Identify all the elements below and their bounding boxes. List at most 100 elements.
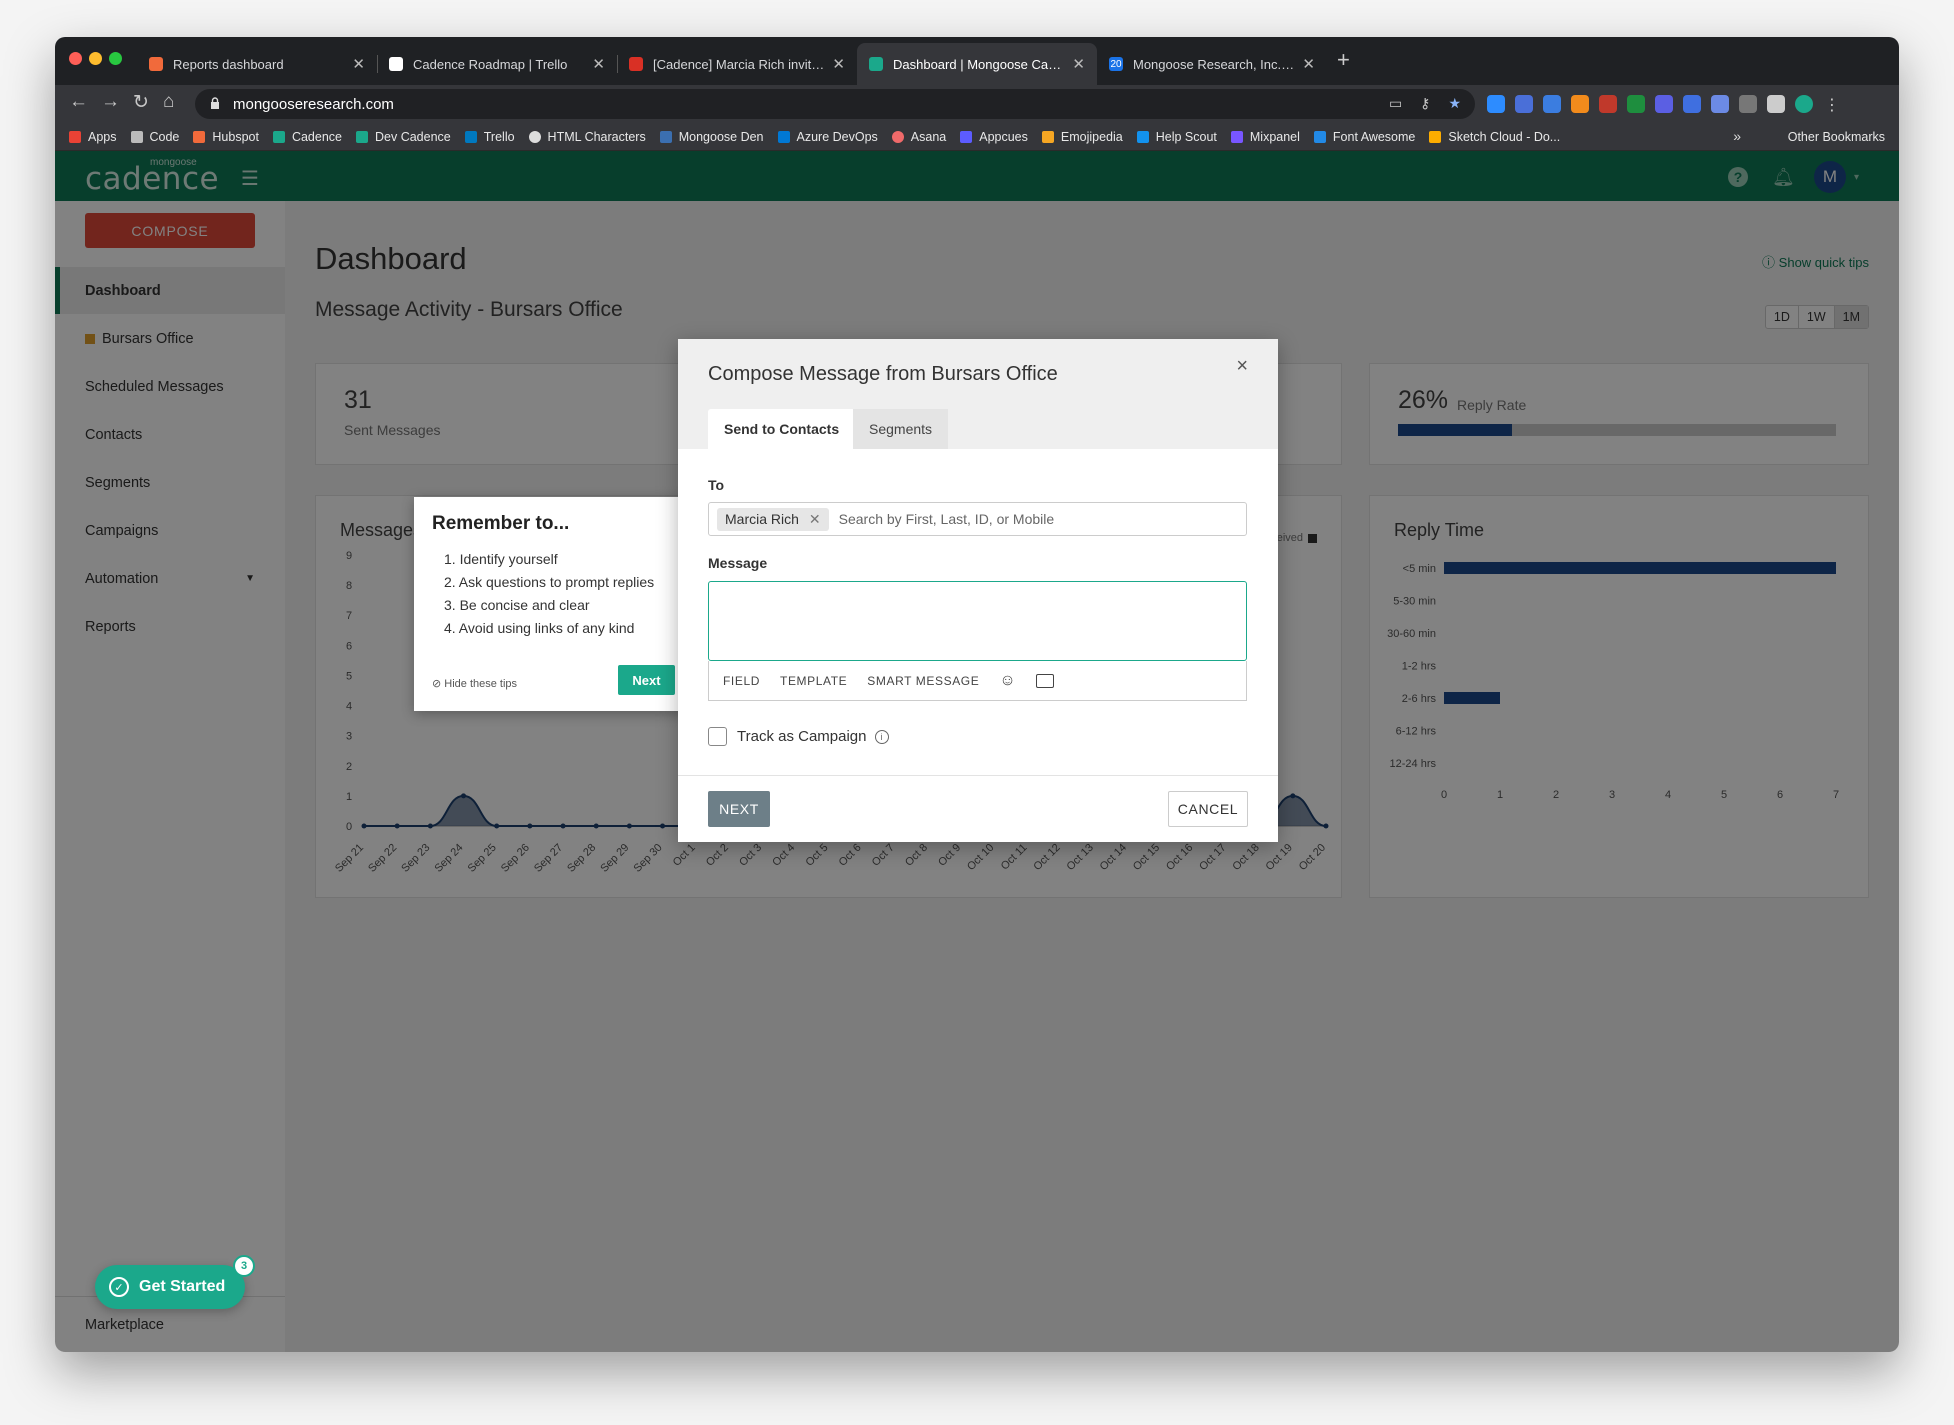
tab-calendar[interactable]: 20 Mongoose Research, Inc. - Cal ✕ — [1097, 43, 1327, 85]
bookmark-hubspot[interactable]: Hubspot — [193, 130, 259, 144]
paw-icon — [659, 130, 672, 143]
recipient-search-input[interactable]: Search by First, Last, ID, or Mobile — [839, 511, 1055, 527]
tips-next-button[interactable]: Next — [618, 665, 675, 695]
tab-strip: Reports dashboard ✕ Cadence Roadmap | Tr… — [55, 37, 1899, 85]
cast-icon[interactable]: ▭ — [1389, 95, 1402, 112]
minimize-window-icon[interactable] — [89, 52, 102, 65]
info-icon[interactable]: i — [874, 729, 889, 744]
bookmark-html-characters[interactable]: HTML Characters — [528, 130, 646, 144]
puzzle-icon[interactable] — [1767, 95, 1785, 113]
forward-icon[interactable]: → — [101, 91, 120, 113]
track-campaign-checkbox[interactable] — [708, 727, 727, 746]
analytics-extension-icon[interactable] — [1515, 95, 1533, 113]
recipient-field[interactable]: Marcia Rich ✕ Search by First, Last, ID, … — [708, 502, 1247, 536]
compose-modal: Compose Message from Bursars Office × Se… — [678, 339, 1278, 842]
new-tab-icon[interactable]: + — [1337, 47, 1350, 73]
bookmark-emojipedia[interactable]: Emojipedia — [1041, 130, 1123, 144]
tip-item: 1. Identify yourself — [444, 551, 558, 567]
shield-extension-icon[interactable] — [1739, 95, 1757, 113]
bookmarks-bar: Apps Code Hubspot Cadence Dev Cadence Tr… — [55, 123, 1899, 151]
next-button[interactable]: NEXT — [708, 791, 770, 827]
globe-icon — [528, 130, 541, 143]
hide-tips-link[interactable]: ⊘ Hide these tips — [432, 677, 517, 690]
lock-icon — [211, 97, 219, 109]
close-tab-icon[interactable]: ✕ — [592, 55, 605, 73]
get-started-button[interactable]: ✓ Get Started 3 — [95, 1255, 255, 1309]
home-icon[interactable]: ⌂ — [163, 91, 174, 113]
cancel-button[interactable]: CANCEL — [1168, 791, 1248, 827]
azure-icon — [777, 130, 790, 143]
address-bar[interactable]: mongooseresearch.com ▭ ⚷ ★ — [195, 89, 1475, 119]
cadence-app: mongoose cadence ☰ ? 🔔︎ M ▾ COMPOSE Dash… — [55, 151, 1899, 1352]
zoom-extension-icon[interactable] — [1487, 95, 1505, 113]
paw-icon — [356, 130, 368, 143]
bookmark-font-awesome[interactable]: Font Awesome — [1313, 130, 1415, 144]
bookmark-mongoose-den[interactable]: Mongoose Den — [659, 130, 764, 144]
close-tab-icon[interactable]: ✕ — [832, 55, 845, 73]
tab-gmail[interactable]: [Cadence] Marcia Rich invited ✕ — [617, 43, 857, 85]
browser-window: Reports dashboard ✕ Cadence Roadmap | Tr… — [55, 37, 1899, 1352]
bookmark-other[interactable]: Other Bookmarks — [1788, 130, 1885, 144]
close-tab-icon[interactable]: ✕ — [1302, 55, 1315, 73]
key-icon[interactable]: ⚷ — [1420, 95, 1430, 112]
bookmark-trello[interactable]: Trello — [464, 130, 515, 144]
trello-icon — [389, 57, 403, 71]
tab-cadence-dashboard[interactable]: Dashboard | Mongoose Caden ✕ — [857, 43, 1097, 85]
grammar-extension-icon[interactable] — [1627, 95, 1645, 113]
close-window-icon[interactable] — [69, 52, 82, 65]
message-label: Message — [708, 555, 768, 571]
smart-message-button[interactable]: SMART MESSAGE — [867, 674, 979, 688]
profile-icon[interactable] — [1795, 95, 1813, 113]
gmail-icon — [629, 57, 643, 71]
honey-extension-icon[interactable] — [1571, 95, 1589, 113]
bookmark-apps[interactable]: Apps — [69, 130, 117, 144]
more-options-icon[interactable]: ⋮ — [1823, 95, 1841, 114]
window-extension-icon[interactable] — [1543, 95, 1561, 113]
bookmark-sketch-cloud[interactable]: Sketch Cloud - Do... — [1429, 130, 1560, 144]
close-tab-icon[interactable]: ✕ — [1072, 55, 1085, 73]
tab-send-to-contacts[interactable]: Send to Contacts — [708, 409, 856, 449]
apps-grid-icon — [69, 130, 81, 143]
bookmark-appcues[interactable]: Appcues — [960, 130, 1028, 144]
bookmark-cadence[interactable]: Cadence — [272, 130, 342, 144]
bookmark-azure-devops[interactable]: Azure DevOps — [777, 130, 878, 144]
field-button[interactable]: FIELD — [723, 674, 760, 688]
appcues-icon — [960, 130, 973, 143]
template-button[interactable]: TEMPLATE — [780, 674, 847, 688]
more-bookmarks-icon[interactable]: » — [1733, 128, 1741, 144]
bolt-extension-icon[interactable] — [1711, 95, 1729, 113]
image-icon[interactable] — [1036, 673, 1055, 688]
tips-title: Remember to... — [432, 513, 570, 534]
tip-item: 2. Ask questions to prompt replies — [444, 574, 655, 590]
tab-trello[interactable]: Cadence Roadmap | Trello ✕ — [377, 43, 617, 85]
bookmark-dev-cadence[interactable]: Dev Cadence — [356, 130, 451, 144]
bookmark-help-scout[interactable]: Help Scout — [1136, 130, 1217, 144]
close-tab-icon[interactable]: ✕ — [352, 55, 365, 73]
reload-icon[interactable]: ↻ — [133, 91, 149, 114]
bookmark-code[interactable]: Code — [130, 130, 179, 144]
k-extension-icon[interactable] — [1599, 95, 1617, 113]
bookmark-mixpanel[interactable]: Mixpanel — [1230, 130, 1300, 144]
bookmark-asana[interactable]: Asana — [891, 130, 946, 144]
modal-footer: NEXT CANCEL — [678, 775, 1278, 842]
asana-icon — [891, 130, 904, 143]
browser-toolbar: ← → ↻ ⌂ mongooseresearch.com ▭ ⚷ ★ ⋮ — [55, 85, 1899, 123]
message-textarea[interactable] — [708, 581, 1247, 661]
mixpanel-icon — [1230, 130, 1243, 143]
folder-icon — [130, 130, 143, 143]
emoji-icon[interactable]: ☺ — [999, 672, 1016, 690]
maximize-window-icon[interactable] — [109, 52, 122, 65]
back-icon[interactable]: ← — [69, 91, 88, 113]
send-extension-icon[interactable] — [1655, 95, 1673, 113]
message-toolbar: FIELD TEMPLATE SMART MESSAGE ☺ — [708, 661, 1247, 701]
paw-icon — [272, 130, 285, 143]
trello-icon — [464, 130, 477, 143]
close-icon[interactable]: × — [1236, 355, 1248, 378]
remove-recipient-icon[interactable]: ✕ — [809, 511, 821, 528]
star-icon[interactable]: ★ — [1448, 95, 1461, 112]
screen-extension-icon[interactable] — [1683, 95, 1701, 113]
tab-segments[interactable]: Segments — [853, 409, 949, 449]
tab-reports-dashboard[interactable]: Reports dashboard ✕ — [137, 43, 377, 85]
hubspot-icon — [149, 57, 163, 71]
tips-popover: Remember to... 1. Identify yourself 2. A… — [414, 497, 699, 711]
